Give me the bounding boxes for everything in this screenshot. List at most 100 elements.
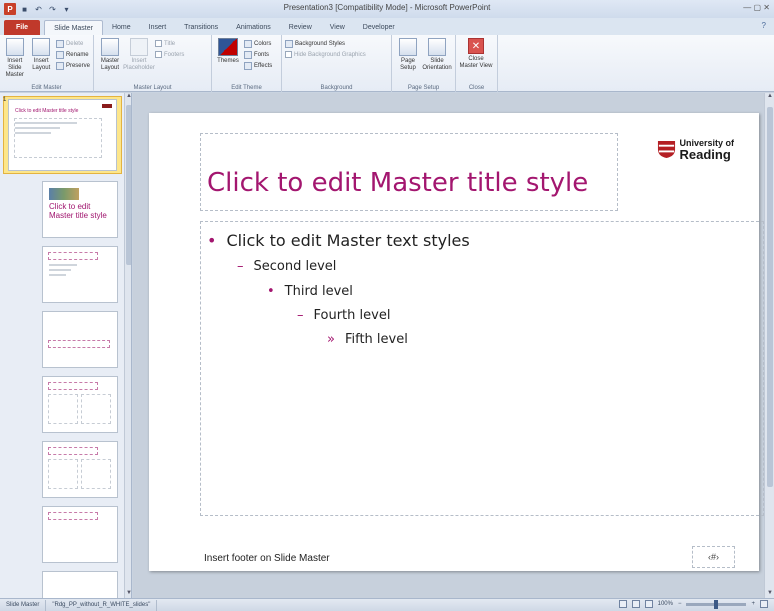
group-edit-theme: Themes Colors Fonts Effects Edit Theme (212, 35, 282, 92)
zoom-slider-knob[interactable] (714, 599, 719, 609)
group-background: Background Styles Hide Background Graphi… (282, 35, 392, 92)
title-placeholder[interactable]: Click to edit Master title style (200, 133, 618, 211)
preserve-icon (55, 61, 64, 70)
customize-dropdown-icon[interactable]: ▾ (61, 4, 72, 15)
save-icon[interactable]: ■ (19, 4, 30, 15)
tab-view[interactable]: View (321, 20, 354, 35)
master-layout-button[interactable]: Master Layout (97, 38, 123, 92)
tab-transitions[interactable]: Transitions (175, 20, 227, 35)
dash-icon: – (237, 259, 244, 274)
group-label-edit-master: Edit Master (31, 85, 62, 91)
slide-sorter-view-icon[interactable] (631, 600, 640, 608)
crest-icon (658, 140, 676, 158)
undo-icon[interactable]: ↶ (33, 4, 44, 15)
master-slide-thumbnail[interactable]: Click to edit Master title style (8, 99, 117, 171)
zoom-in-icon[interactable]: + (751, 601, 755, 607)
footers-checkbox[interactable]: Footers (155, 50, 184, 59)
scrollbar-thumb[interactable] (767, 107, 773, 487)
thumbnail-layout-title: Click to edit Master title style (49, 202, 107, 220)
thumbnails-scrollbar[interactable]: ▲ ▼ (124, 93, 131, 598)
preserve-button[interactable]: Preserve (55, 61, 90, 70)
insert-slide-master-button[interactable]: Insert Slide Master (3, 38, 26, 92)
fit-to-window-icon[interactable] (760, 600, 768, 608)
tab-developer[interactable]: Developer (354, 20, 404, 35)
thumbnail-master[interactable]: 1 Click to edit Master title style (0, 96, 122, 176)
tab-insert[interactable]: Insert (140, 20, 176, 35)
logo-line-2: Reading (679, 147, 731, 162)
themes-button[interactable]: Themes (215, 38, 241, 92)
body-text-placeholder[interactable]: • Click to edit Master text styles – Sec… (200, 221, 764, 516)
group-page-setup: Page Setup Slide Orientation Page Setup (392, 35, 456, 92)
thumbnail-layout-7[interactable] (0, 571, 122, 598)
tab-home[interactable]: Home (103, 20, 140, 35)
delete-button[interactable]: Delete (55, 39, 90, 48)
university-logo: University of Reading (657, 138, 734, 162)
zoom-out-icon[interactable]: − (678, 601, 682, 607)
text-level-3: • Third level (267, 284, 353, 299)
rename-icon (55, 50, 64, 59)
colors-icon (244, 39, 252, 48)
group-label-edit-theme: Edit Theme (231, 85, 262, 91)
background-styles-icon (285, 39, 293, 48)
group-label-close: Close (468, 85, 485, 91)
ribbon-tabs: File Slide Master Home Insert Transition… (0, 18, 774, 35)
master-slide-canvas[interactable]: Click to edit Master title style Univers… (149, 113, 764, 571)
effects-icon (244, 61, 252, 70)
hide-background-graphics-checkbox[interactable]: Hide Background Graphics (285, 50, 366, 59)
rename-button[interactable]: Rename (55, 50, 90, 59)
tab-file[interactable]: File (4, 20, 41, 35)
help-icon[interactable]: ? (762, 21, 766, 30)
page-setup-button[interactable]: Page Setup (395, 38, 421, 92)
scrollbar-thumb[interactable] (126, 105, 131, 265)
zoom-slider[interactable] (686, 599, 747, 609)
insert-layout-button[interactable]: Insert Layout (29, 38, 52, 92)
editor-scrollbar[interactable]: ▲ ▼ (764, 93, 774, 598)
insert-placeholder-icon (130, 38, 148, 56)
thumbnail-title: Click to edit Master title style (15, 108, 79, 114)
zoom-level[interactable]: 100% (658, 601, 673, 607)
title-checkbox[interactable]: Title (155, 39, 184, 48)
group-label-background: Background (320, 85, 353, 91)
text-level-1: • Click to edit Master text styles (207, 231, 470, 250)
slide-number-placeholder[interactable]: ‹#› (692, 546, 735, 568)
text-level-5: » Fifth level (327, 332, 408, 347)
thumbnail-layout-6[interactable] (0, 506, 122, 568)
group-label-page-setup: Page Setup (407, 85, 440, 91)
powerpoint-app-icon[interactable]: P (4, 3, 16, 15)
close-master-view-button[interactable]: ✕ Close Master View (459, 38, 493, 92)
reading-view-icon[interactable] (644, 600, 653, 608)
tab-slide-master[interactable]: Slide Master (44, 20, 103, 35)
tab-review[interactable]: Review (280, 20, 321, 35)
scroll-up-arrow-icon[interactable]: ▲ (125, 93, 131, 101)
thumbnail-number: 1 (3, 97, 7, 103)
layout-thumbnail[interactable]: Click to edit Master title style (42, 181, 118, 238)
ribbon: Insert Slide Master Insert Layout Delete… (0, 35, 774, 92)
slide-orientation-icon (428, 38, 446, 56)
delete-icon (55, 39, 64, 48)
fonts-button[interactable]: Fonts (244, 50, 272, 59)
thumbnail-layout-4[interactable] (0, 376, 122, 438)
thumbnail-layout-3[interactable] (0, 311, 122, 373)
footer-placeholder[interactable]: Insert footer on Slide Master (204, 553, 330, 564)
scroll-down-arrow-icon[interactable]: ▼ (125, 590, 131, 598)
window-controls[interactable]: — ▢ ✕ (743, 3, 770, 12)
normal-view-icon[interactable] (618, 600, 627, 608)
text-level-4: – Fourth level (297, 308, 391, 323)
thumbnail-layout-5[interactable] (0, 441, 122, 503)
slide-orientation-button[interactable]: Slide Orientation (422, 38, 452, 92)
quick-access-toolbar: P ■ ↶ ↷ ▾ (0, 3, 72, 15)
scroll-down-arrow-icon[interactable]: ▼ (766, 590, 774, 598)
redo-icon[interactable]: ↷ (47, 4, 58, 15)
group-master-layout: Master Layout Insert Placeholder Title F… (94, 35, 212, 92)
background-styles-button[interactable]: Background Styles (285, 39, 366, 48)
scroll-up-arrow-icon[interactable]: ▲ (766, 93, 774, 101)
thumbnail-layout-1[interactable]: Click to edit Master title style (0, 181, 122, 243)
effects-button[interactable]: Effects (244, 61, 272, 70)
colors-button[interactable]: Colors (244, 39, 272, 48)
text-level-2: – Second level (237, 259, 337, 274)
bullet-icon: • (207, 231, 217, 250)
insert-placeholder-button[interactable]: Insert Placeholder (123, 38, 155, 92)
thumbnail-layout-2[interactable] (0, 246, 122, 308)
themes-icon (218, 38, 238, 56)
tab-animations[interactable]: Animations (227, 20, 280, 35)
